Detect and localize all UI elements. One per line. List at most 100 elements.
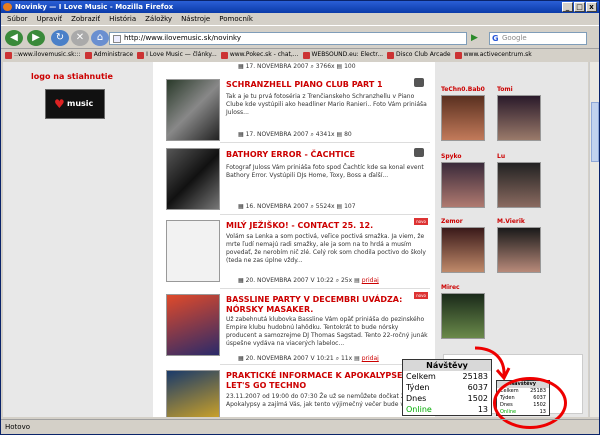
stats-row: Dnes 1502 (403, 393, 491, 404)
username: TeChn0.Bab0 (441, 86, 485, 93)
maximize-button[interactable]: □ (574, 2, 585, 12)
stats-label: Celkem (406, 372, 436, 381)
left-sidebar: logo na stiahnutie ♥ music (3, 62, 153, 417)
article-date: 20. NOVEMBRA 2007 V 10:21 (245, 355, 334, 362)
stats-row: Týden 6037 (403, 382, 491, 393)
menu-file[interactable]: Súbor (7, 13, 27, 25)
user-photo[interactable] (441, 293, 485, 339)
url-bar[interactable]: http://www.ilovemusic.sk/novinky (109, 32, 542, 45)
username: M.Vierik (497, 218, 525, 225)
article-text: 23.11.2007 od 19:00 do 07:30 Že už se ne… (226, 393, 417, 408)
heart-icon: ♥ (54, 97, 65, 111)
home-icon[interactable]: ⌂ (91, 30, 109, 46)
bookmark-item[interactable]: www.Pokec.sk - chat,... (220, 49, 299, 61)
forward-icon[interactable]: ▶ (27, 30, 45, 46)
article-thumbnail[interactable] (166, 370, 220, 417)
go-icon[interactable]: ▶ (471, 33, 481, 44)
vertical-scrollbar[interactable] (589, 62, 599, 417)
status-text: Hotovo (5, 423, 30, 431)
article-title[interactable]: SCHRANZHELL PIANO CLUB PART 1 (226, 80, 426, 90)
logo-text: music (67, 99, 94, 108)
user-photo[interactable] (497, 162, 541, 208)
bookmark-label: Administrace (93, 51, 134, 58)
window-title: Novinky — I Love Music - Mozilla Firefox (15, 3, 174, 11)
comments-icon: ▤ (354, 277, 360, 284)
article-text: Fotograf Juloss Vám priniáša foto spod Č… (226, 164, 424, 179)
menu-edit[interactable]: Upraviť (36, 13, 62, 25)
user-photo[interactable] (497, 95, 541, 141)
article-views: 11x (340, 355, 353, 362)
article-meta: ▦ 16. NOVEMBRA 2007 ⌕ 5524x ▤ 107 (238, 202, 428, 212)
article-comments[interactable]: 107 (344, 203, 355, 210)
search-placeholder: Google (502, 34, 527, 42)
article-date: 17. NOVEMBRA 2007 (245, 63, 309, 70)
article-title[interactable]: BASSLINE PARTY V DECEMBRI UVÁDZA: NÓRSKY… (226, 295, 426, 315)
article-meta: ▦ 17. NOVEMBRA 2007 ⌕ 3766x ▤ 100 (238, 62, 428, 72)
site-logo[interactable]: ♥ music (45, 89, 105, 119)
article: SCHRANZHELL PIANO CLUB PART 1 Tak a je t… (158, 74, 432, 142)
bookmark-item[interactable]: www.activecentrum.sk (454, 49, 532, 61)
article-views: 3766x (315, 63, 335, 70)
user-photo[interactable] (441, 95, 485, 141)
stop-icon[interactable]: ✕ (71, 30, 89, 46)
menu-tools[interactable]: Nástroje (181, 13, 210, 25)
search-input[interactable]: G Google (489, 32, 587, 45)
navigation-toolbar: ◀ ▶ ↻ ✕ ⌂ http://www.ilovemusic.sk/novin… (1, 25, 599, 49)
minimize-button[interactable]: _ (562, 2, 573, 12)
article-views: 4341x (315, 131, 335, 138)
article: BASSLINE PARTY V DECEMBRI UVÁDZA: NÓRSKY… (158, 290, 432, 364)
calendar-icon: ▦ (238, 203, 244, 210)
article-thumbnail[interactable] (166, 220, 220, 282)
annotation-arrow (474, 346, 511, 380)
article-date: 17. NOVEMBRA 2007 (245, 131, 309, 138)
add-comment-link[interactable]: pridaj (362, 355, 379, 362)
article-thumbnail[interactable] (166, 79, 220, 141)
bookmark-item[interactable]: WEBSOUND.eu: Electr... (302, 49, 383, 61)
bookmark-icon (302, 51, 310, 59)
bookmark-item[interactable]: Disco Club Arcade (387, 49, 451, 61)
article-title[interactable]: PRAKTICKÉ INFORMACE K APOKALYPSE LET'S G… (226, 371, 426, 391)
user-photo[interactable] (441, 162, 485, 208)
menu-help[interactable]: Pomocník (219, 13, 253, 25)
bookmarks-toolbar: ::www.ilovemusic.sk::: Administrace I Lo… (1, 49, 599, 61)
article-meta: ▦ 17. NOVEMBRA 2007 ⌕ 4341x ▤ 80 (238, 130, 428, 140)
article-views: 25x (340, 277, 353, 284)
bookmark-item[interactable]: Administrace (84, 49, 134, 61)
scrollbar-thumb[interactable] (591, 102, 599, 162)
user-photo[interactable] (497, 227, 541, 273)
bookmark-item[interactable]: I Love Music — články... (137, 49, 217, 61)
username: Zemor (441, 218, 463, 225)
menu-view[interactable]: Zobraziť (71, 13, 100, 25)
article-thumbnail[interactable] (166, 294, 220, 356)
url-text: http://www.ilovemusic.sk/novinky (124, 34, 241, 42)
close-button[interactable]: x (586, 2, 597, 12)
back-icon[interactable]: ◀ (5, 30, 23, 46)
menu-history[interactable]: História (109, 13, 136, 25)
article-title[interactable]: MILÝ JEŽIŠKO! - CONTACT 25. 12. (226, 221, 426, 231)
views-icon: ⌕ (335, 355, 340, 362)
divider (220, 142, 430, 143)
title-bar: Novinky — I Love Music - Mozilla Firefox… (1, 1, 599, 13)
reload-icon[interactable]: ↻ (51, 30, 69, 46)
stats-label: Dnes (406, 394, 427, 403)
article-text: Už zabehnutá klubovka Bassline Vám opäť … (226, 316, 428, 347)
username: Spyko (441, 153, 462, 160)
article-title[interactable]: BATHORY ERROR - ČACHTICE (226, 150, 426, 160)
article-comments[interactable]: 80 (344, 131, 352, 138)
article-thumbnail[interactable] (166, 148, 220, 210)
bookmark-icon (220, 51, 228, 59)
menu-bar: Súbor Upraviť Zobraziť História Záložky … (1, 13, 599, 25)
user-photo[interactable] (441, 227, 485, 273)
google-icon: G (492, 34, 499, 43)
calendar-icon: ▦ (238, 277, 244, 284)
article-meta: ▦ 20. NOVEMBRA 2007 V 10:21 ⌕ 11x ▤ prid… (238, 354, 428, 364)
add-comment-link[interactable]: pridaj (362, 277, 379, 284)
article-meta: ▦ 20. NOVEMBRA 2007 V 10:22 ⌕ 25x ▤ prid… (238, 276, 428, 286)
camera-icon (414, 78, 424, 87)
stats-row: Online 13 (403, 404, 491, 415)
calendar-icon: ▦ (238, 355, 244, 362)
menu-bookmarks[interactable]: Záložky (145, 13, 172, 25)
article: BATHORY ERROR - ČACHTICE Fotograf Juloss… (158, 144, 432, 214)
bookmark-item[interactable]: ::www.ilovemusic.sk::: (5, 49, 81, 61)
bookmark-label: I Love Music — články... (146, 51, 217, 58)
